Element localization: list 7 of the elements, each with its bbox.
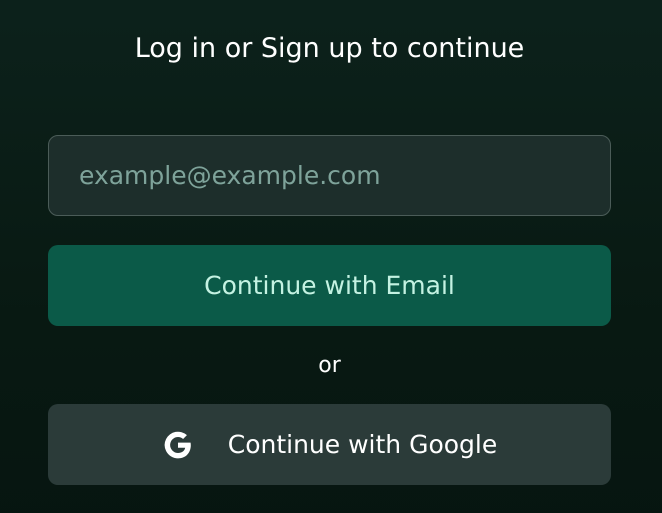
google-button-label: Continue with Google [228,430,498,459]
continue-email-button[interactable]: Continue with Email [48,245,611,326]
email-field[interactable]: example@example.com [48,135,611,216]
continue-google-button[interactable]: Continue with Google [48,404,611,485]
google-icon [162,428,194,460]
page-title: Log in or Sign up to continue [134,32,526,66]
or-divider: or [317,352,342,380]
